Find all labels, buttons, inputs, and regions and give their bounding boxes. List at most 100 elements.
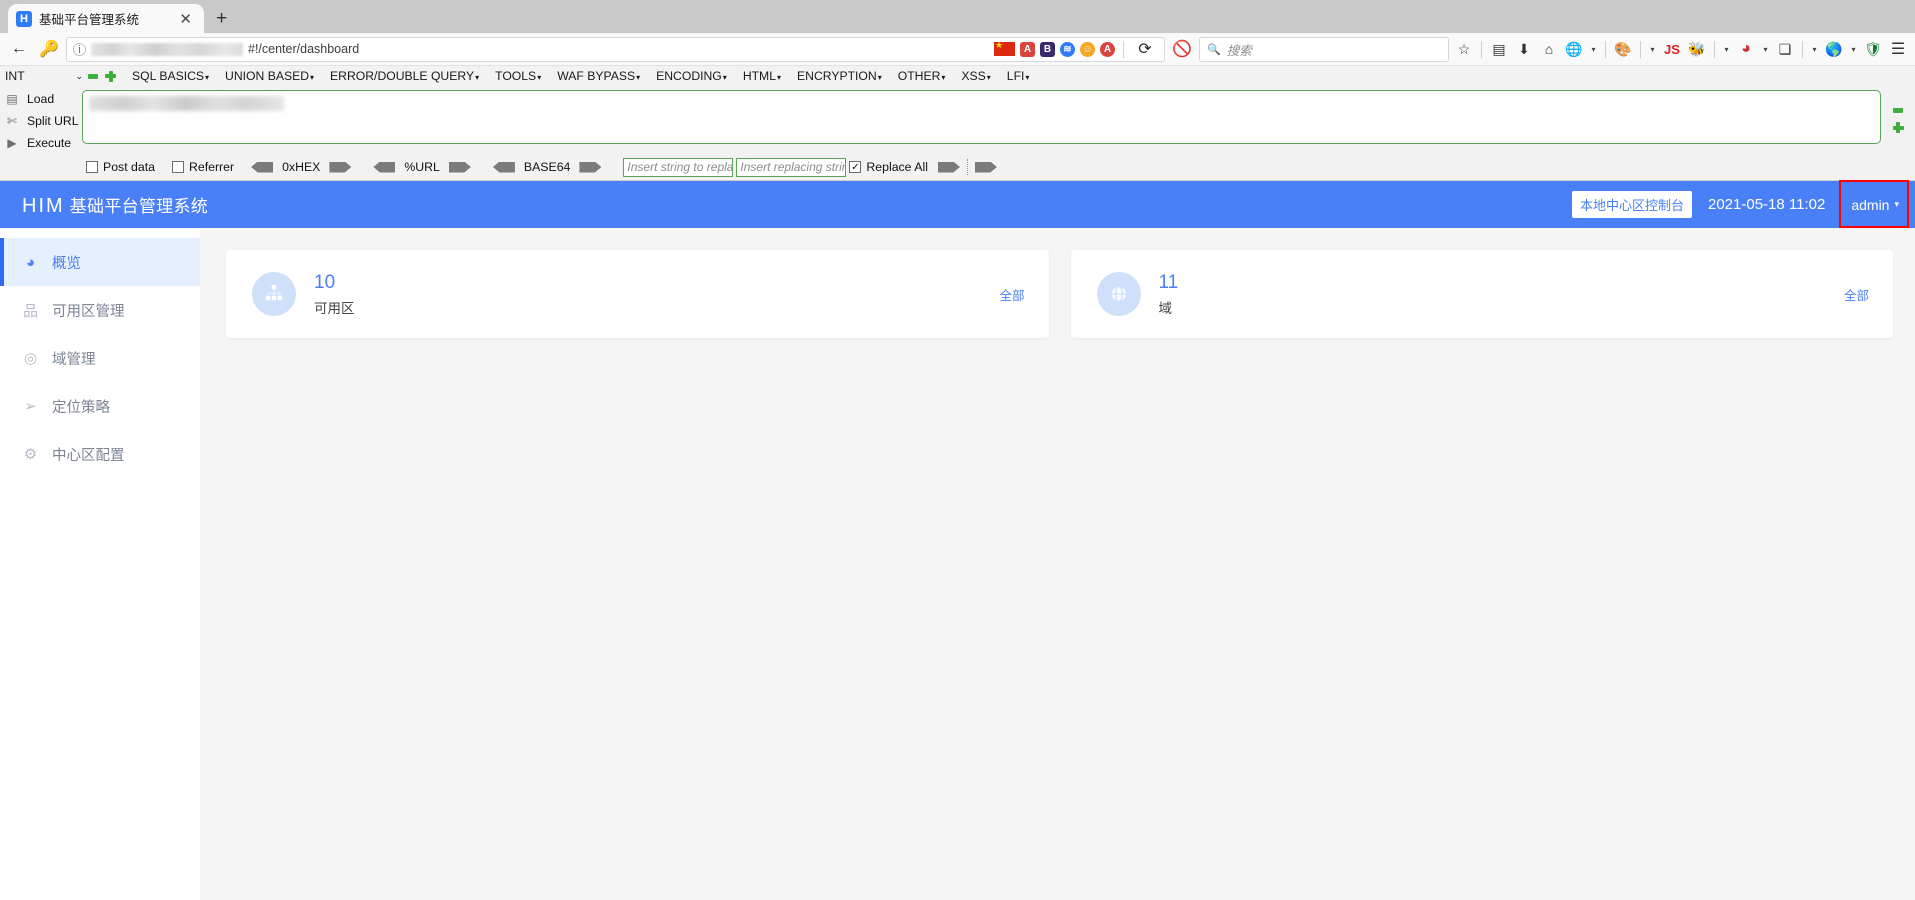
downloads-icon[interactable]: ⬇: [1513, 38, 1535, 60]
hackbar-execute-button[interactable]: ▶ Execute: [0, 132, 82, 154]
plus-icon[interactable]: [105, 70, 116, 82]
key-icon[interactable]: 🔑: [36, 36, 62, 62]
site-info-icon[interactable]: i: [73, 42, 86, 56]
hackbar-type-select[interactable]: INT ⌄: [2, 67, 86, 85]
address-bar-icons: A B ≋ ☺ A ⟳: [994, 36, 1158, 62]
chevron-down-icon: ▾: [986, 73, 991, 82]
replace-apply-button[interactable]: [937, 161, 960, 173]
chevron-down-icon[interactable]: ▾: [1721, 45, 1732, 54]
hex-decode-button[interactable]: [251, 161, 274, 173]
library-icon[interactable]: ▤: [1488, 38, 1510, 60]
chevron-down-icon[interactable]: ▾: [1809, 45, 1820, 54]
search-bar[interactable]: 🔍 搜索: [1199, 36, 1449, 62]
divider: [1802, 40, 1803, 58]
angular-icon[interactable]: A: [1020, 41, 1035, 57]
adblock-icon[interactable]: A: [1100, 41, 1115, 57]
hackbar-menu-encryption[interactable]: ENCRYPTION▾: [789, 69, 890, 83]
reload-icon[interactable]: ⟳: [1132, 36, 1158, 62]
replace-to-input[interactable]: Insert replacing string: [736, 157, 847, 177]
replace-from-input[interactable]: Insert string to replace: [623, 157, 734, 177]
sidebar-item-domain-management[interactable]: ◎ 域管理: [0, 334, 200, 382]
back-icon[interactable]: ←: [6, 36, 32, 62]
base64-decode-button[interactable]: [492, 161, 515, 173]
hackbar-icon[interactable]: ◕: [1735, 38, 1757, 60]
browser-globe-icon[interactable]: 🌎: [1823, 38, 1845, 60]
globe-icon[interactable]: 🌐: [1563, 38, 1585, 60]
local-console-button[interactable]: 本地中心区控制台: [1571, 191, 1692, 218]
close-icon[interactable]: ✕: [175, 10, 196, 28]
hex-label: 0xHEX: [282, 160, 321, 174]
hackbar-split-url-button[interactable]: ✄ Split URL: [0, 110, 82, 132]
chevron-down-icon: ▾: [205, 73, 210, 82]
minus-icon[interactable]: [1893, 108, 1903, 113]
search-icon: 🔍: [1207, 43, 1221, 56]
hackbar-menu-waf-bypass[interactable]: WAF BYPASS▾: [549, 69, 648, 83]
browser-tab[interactable]: H 基础平台管理系统 ✕: [8, 4, 204, 33]
hackbar-menu-union-based[interactable]: UNION BASED▾: [217, 69, 322, 83]
url-encode-button[interactable]: [448, 161, 471, 173]
url-decode-button[interactable]: [373, 161, 396, 173]
bug-icon[interactable]: 🐝: [1686, 38, 1708, 60]
chevron-down-icon[interactable]: ▾: [1760, 45, 1771, 54]
copy-pages-icon[interactable]: ❏: [1774, 38, 1796, 60]
divider: [966, 159, 968, 175]
new-tab-button[interactable]: +: [216, 8, 227, 30]
hackbar-menu-other[interactable]: OTHER▾: [890, 69, 954, 83]
user-menu[interactable]: admin ▾: [1839, 179, 1909, 228]
sidebar-item-location-policy[interactable]: ➢ 定位策略: [0, 382, 200, 430]
hackbar-menu-tools[interactable]: TOOLS▾: [487, 69, 549, 83]
gear-icon: ⚙: [23, 446, 38, 463]
stat-card-count: 10: [314, 271, 336, 293]
hackbar-url-textarea[interactable]: [82, 90, 1881, 144]
stat-card-zones[interactable]: 10 可用区 全部: [226, 250, 1049, 338]
hackbar-body: ▤ Load ✄ Split URL ▶ Execute: [0, 86, 1915, 154]
post-data-checkbox[interactable]: Post data: [86, 160, 155, 174]
url-text: #!/center/dashboard: [248, 42, 360, 56]
hackbar-menu-xss[interactable]: XSS▾: [953, 69, 998, 83]
chevron-down-icon: ▾: [1025, 73, 1030, 82]
wave-icon[interactable]: ≋: [1060, 41, 1075, 57]
menu-hamburger-icon[interactable]: ☰: [1887, 38, 1909, 60]
china-flag-icon: [994, 40, 1015, 56]
replace-all-label: Replace All: [866, 160, 928, 174]
hackbar-menu-sql-basics[interactable]: SQL BASICS▾: [124, 69, 217, 83]
palette-icon[interactable]: 🎨: [1612, 38, 1634, 60]
hackbar-menu-encoding[interactable]: ENCODING▾: [648, 69, 735, 83]
replace-extra-button[interactable]: [974, 161, 997, 173]
plus-icon[interactable]: [1892, 122, 1904, 133]
sidebar-item-center-config[interactable]: ⚙ 中心区配置: [0, 430, 200, 478]
base64-encode-button[interactable]: [579, 161, 602, 173]
shield-icon[interactable]: 🛡: [1862, 38, 1884, 60]
stat-card-view-all-link[interactable]: 全部: [999, 285, 1024, 304]
hackbar-load-button[interactable]: ▤ Load: [0, 88, 82, 110]
search-input[interactable]: 搜索: [1227, 40, 1252, 59]
chevron-down-icon: ▾: [777, 73, 782, 82]
referrer-checkbox[interactable]: Referrer: [171, 160, 234, 174]
chevron-down-icon: ▾: [877, 73, 882, 82]
hackbar-menu-error-double-query[interactable]: ERROR/DOUBLE QUERY▾: [322, 69, 487, 83]
sidebar-item-overview[interactable]: ◕ 概览: [0, 238, 200, 286]
stat-card-label: 可用区: [314, 300, 355, 316]
minus-icon[interactable]: [88, 73, 98, 79]
hackbar-panel: INT ⌄ SQL BASICS▾ UNION BASED▾ ERROR/DOU…: [0, 66, 1915, 181]
smiley-icon[interactable]: ☺: [1080, 41, 1095, 57]
bookmark-star-icon[interactable]: ☆: [1453, 38, 1475, 60]
stat-card-domains[interactable]: 11 域 全部: [1070, 250, 1893, 338]
javascript-icon[interactable]: JS: [1661, 38, 1683, 60]
hackbar-menu-lfi[interactable]: LFI▾: [999, 69, 1038, 83]
hex-encode-button[interactable]: [329, 161, 352, 173]
home-icon[interactable]: ⌂: [1538, 38, 1560, 60]
chevron-down-icon[interactable]: ▾: [1647, 45, 1658, 54]
tab-title: 基础平台管理系统: [39, 13, 140, 27]
address-bar[interactable]: i #!/center/dashboard A B ≋ ☺ A ⟳: [66, 36, 1165, 62]
sidebar-item-zone-management[interactable]: 品 可用区管理: [0, 286, 200, 334]
hackbar-actions: ▤ Load ✄ Split URL ▶ Execute: [0, 86, 82, 154]
chevron-down-icon[interactable]: ▾: [1588, 45, 1599, 54]
block-icon[interactable]: 🚫: [1169, 36, 1195, 62]
hackbar-menu-html[interactable]: HTML▾: [735, 69, 789, 83]
stat-card-view-all-link[interactable]: 全部: [1844, 285, 1869, 304]
main-content: 10 可用区 全部 11 域 全部: [200, 228, 1915, 900]
chevron-down-icon[interactable]: ▾: [1848, 45, 1859, 54]
replace-all-checkbox[interactable]: ✓ Replace All: [849, 160, 928, 174]
bootstrap-icon[interactable]: B: [1040, 41, 1055, 57]
